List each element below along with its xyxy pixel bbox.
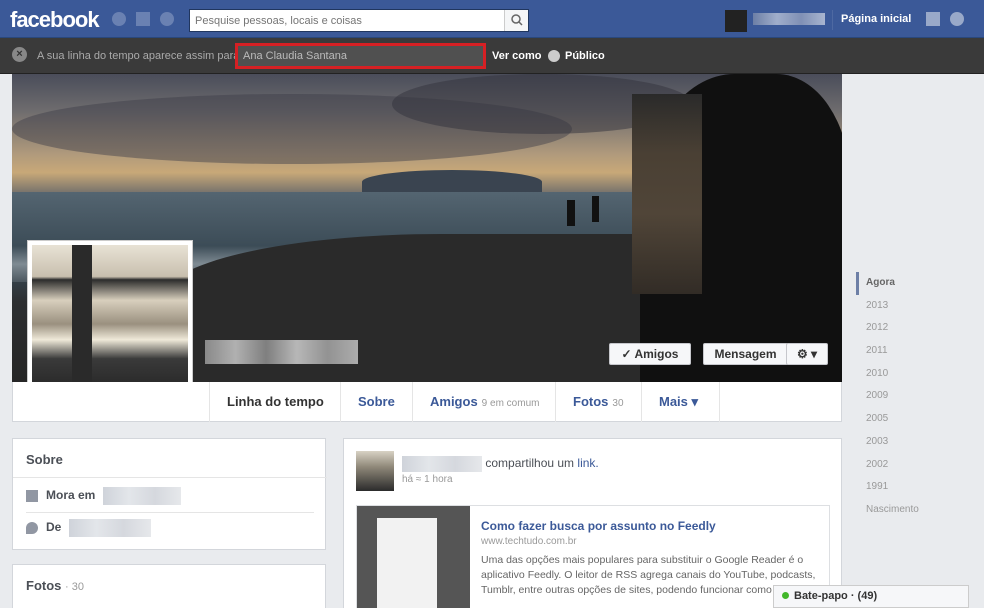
timeline-year-item[interactable]: 2010 bbox=[856, 363, 984, 386]
friend-requests-icon[interactable] bbox=[112, 12, 126, 26]
chat-label: Bate-papo · (49) bbox=[794, 590, 878, 602]
view-as-name-input[interactable] bbox=[238, 46, 483, 66]
ver-como-label: Ver como bbox=[492, 50, 542, 62]
link-thumbnail bbox=[357, 506, 470, 608]
message-button[interactable]: Mensagem bbox=[703, 343, 788, 365]
divider bbox=[832, 10, 833, 30]
about-title[interactable]: Sobre bbox=[26, 452, 63, 467]
tab-fotos[interactable]: Fotos 30 bbox=[555, 382, 641, 422]
tab-label: Fotos bbox=[573, 394, 609, 409]
post-author-blurred[interactable] bbox=[402, 456, 482, 472]
settings-gear-icon[interactable] bbox=[950, 12, 964, 26]
from-blurred[interactable] bbox=[68, 519, 151, 537]
timeline-year-item[interactable]: 2009 bbox=[856, 385, 984, 408]
tab-label: Amigos bbox=[430, 394, 478, 409]
cover-person bbox=[567, 200, 575, 226]
search-box bbox=[189, 9, 529, 32]
house-icon bbox=[26, 490, 38, 502]
search-button[interactable] bbox=[504, 10, 528, 31]
tab-amigos[interactable]: Amigos 9 em comum bbox=[412, 382, 556, 422]
location-pin-icon bbox=[26, 522, 38, 534]
photos-title[interactable]: Fotos · 30 bbox=[26, 578, 84, 593]
cover-person bbox=[592, 196, 599, 222]
online-dot-icon bbox=[782, 592, 789, 599]
photos-title-label: Fotos bbox=[26, 578, 62, 593]
friends-button[interactable]: ✓ Amigos bbox=[609, 343, 691, 365]
tab-mais[interactable]: Mais ▾ bbox=[641, 382, 715, 422]
search-input[interactable] bbox=[190, 10, 500, 31]
timeline-year-item[interactable]: 2002 bbox=[856, 454, 984, 477]
privacy-icon[interactable] bbox=[926, 12, 940, 26]
timeline-year-item[interactable]: Agora bbox=[856, 272, 984, 295]
timeline-year-item[interactable]: 2011 bbox=[856, 340, 984, 363]
lives-in-blurred[interactable] bbox=[102, 487, 181, 505]
post-time[interactable]: há ≈ 1 hora bbox=[402, 474, 453, 485]
options-gear-button[interactable]: ⚙ ▾ bbox=[786, 343, 828, 365]
chat-bar[interactable]: Bate-papo · (49) bbox=[773, 585, 969, 608]
thumbnail-screen bbox=[377, 518, 437, 608]
about-box: Sobre Mora em De bbox=[12, 438, 327, 550]
divider bbox=[26, 512, 314, 513]
timeline-nav: Linha do tempo Sobre Amigos 9 em comum Fo… bbox=[12, 382, 842, 422]
post-action: compartilhou um bbox=[485, 456, 575, 471]
notifications-icon[interactable] bbox=[160, 12, 174, 26]
tab-sobre[interactable]: Sobre bbox=[340, 382, 412, 422]
view-as-field bbox=[235, 43, 486, 69]
timeline-years: Agora 2013 2012 2011 2010 2009 2005 2003 2002 199… bbox=[856, 272, 984, 522]
messages-icon[interactable] bbox=[136, 12, 150, 26]
timeline-year-item[interactable]: 2005 bbox=[856, 408, 984, 431]
lives-in-row: Mora em bbox=[26, 487, 181, 505]
link-description: Uma das opções mais populares para subst… bbox=[481, 554, 816, 596]
cover-mountain bbox=[362, 170, 542, 194]
lives-in-label: Mora em bbox=[46, 488, 96, 503]
tab-count: 9 em comum bbox=[481, 398, 540, 409]
divider bbox=[13, 477, 327, 478]
link-url: www.techtudo.com.br bbox=[481, 536, 577, 547]
profile-picture-image-pixelated bbox=[32, 245, 188, 403]
from-label: De bbox=[46, 520, 62, 535]
photos-count: · 30 bbox=[65, 581, 84, 593]
tab-linha-do-tempo[interactable]: Linha do tempo bbox=[209, 382, 341, 422]
user-avatar[interactable] bbox=[725, 10, 747, 32]
timeline-year-item[interactable]: Nascimento bbox=[856, 499, 984, 522]
divider bbox=[719, 382, 720, 422]
post-link-word[interactable]: link. bbox=[577, 456, 598, 470]
timeline-post: compartilhou um link. há ≈ 1 hora Como f… bbox=[343, 438, 842, 608]
public-button[interactable]: Público bbox=[565, 50, 605, 62]
photos-box: Fotos · 30 bbox=[12, 564, 326, 608]
timeline-year-item[interactable]: 2012 bbox=[856, 317, 984, 340]
facebook-logo[interactable]: facebook bbox=[10, 7, 100, 33]
post-header: compartilhou um link. bbox=[402, 456, 599, 472]
view-as-label: A sua linha do tempo aparece assim para: bbox=[37, 50, 243, 62]
from-row: De bbox=[26, 519, 151, 537]
post-author-avatar[interactable] bbox=[356, 451, 394, 491]
home-link[interactable]: Página inicial bbox=[841, 13, 911, 25]
profile-name-blurred bbox=[205, 340, 358, 364]
timeline-year-item[interactable]: 2003 bbox=[856, 431, 984, 454]
user-name-blurred[interactable] bbox=[753, 13, 825, 25]
tab-label: Linha do tempo bbox=[227, 394, 324, 409]
cover-pixelated-face bbox=[632, 94, 702, 294]
top-navigation-bar: facebook Página inicial bbox=[0, 0, 984, 38]
search-icon bbox=[511, 14, 523, 26]
globe-icon bbox=[548, 50, 560, 62]
shared-link-card[interactable]: Como fazer busca por assunto no Feedly w… bbox=[356, 505, 830, 608]
timeline-year-item[interactable]: 1991 bbox=[856, 476, 984, 499]
view-as-bar: × A sua linha do tempo aparece assim par… bbox=[0, 38, 984, 74]
tab-count: 30 bbox=[612, 398, 624, 409]
tab-label: Mais ▾ bbox=[659, 394, 699, 409]
close-icon[interactable]: × bbox=[12, 47, 27, 62]
timeline-year-item[interactable]: 2013 bbox=[856, 295, 984, 318]
link-title[interactable]: Como fazer busca por assunto no Feedly bbox=[481, 519, 716, 533]
tab-label: Sobre bbox=[358, 394, 395, 409]
